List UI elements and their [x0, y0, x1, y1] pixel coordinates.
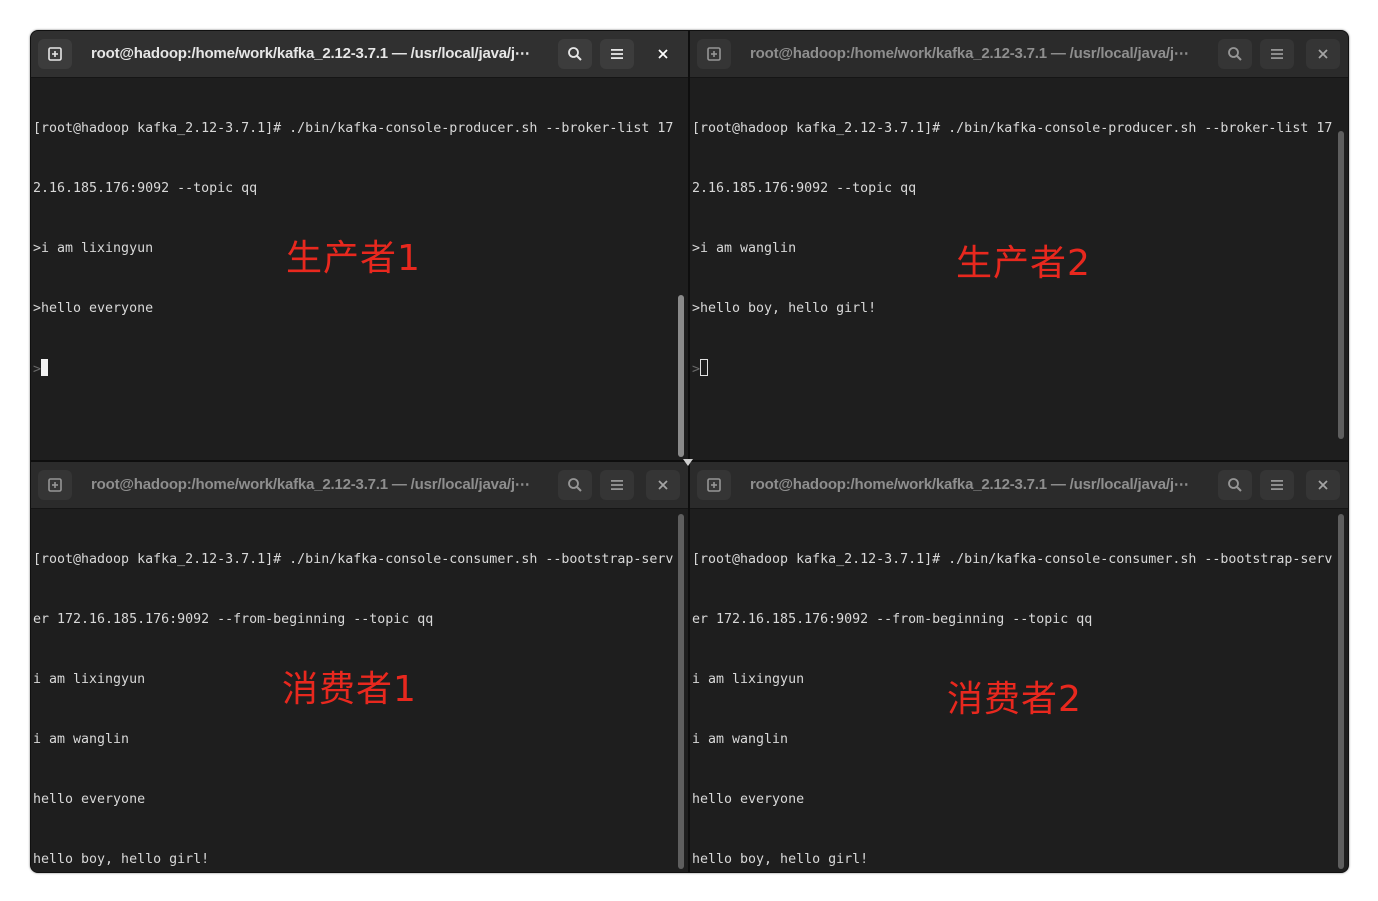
- terminal-line: [root@hadoop kafka_2.12-3.7.1]# ./bin/ka…: [692, 552, 1333, 567]
- close-button[interactable]: [1306, 39, 1340, 69]
- hamburger-menu-icon: [1271, 480, 1283, 490]
- menu-button[interactable]: [600, 39, 634, 69]
- close-button[interactable]: [646, 39, 680, 69]
- pane-title: root@hadoop:/home/work/kafka_2.12-3.7.1 …: [750, 476, 1189, 493]
- new-tab-icon: [48, 47, 62, 61]
- terminal-line: i am wanglin: [692, 732, 789, 747]
- close-icon: [658, 480, 668, 490]
- scrollbar[interactable]: [1338, 514, 1344, 869]
- text-cursor: [41, 359, 49, 376]
- hamburger-menu-icon: [611, 480, 623, 490]
- close-button[interactable]: [1306, 470, 1340, 500]
- close-icon: [1318, 49, 1328, 59]
- terminal-pane-consumer-1[interactable]: root@hadoop:/home/work/kafka_2.12-3.7.1 …: [31, 462, 688, 872]
- new-tab-button[interactable]: [697, 39, 731, 69]
- scrollbar[interactable]: [678, 514, 684, 869]
- terminal-line: >hello everyone: [33, 301, 154, 316]
- menu-button[interactable]: [1260, 470, 1294, 500]
- input-line[interactable]: >: [33, 359, 674, 379]
- scrollbar[interactable]: [1338, 83, 1344, 456]
- search-button[interactable]: [1218, 39, 1252, 69]
- new-tab-button[interactable]: [38, 470, 72, 500]
- terminal-window: root@hadoop:/home/work/kafka_2.12-3.7.1 …: [30, 30, 1349, 873]
- text-cursor: [700, 359, 709, 376]
- input-prompt: >: [33, 362, 42, 377]
- terminal-pane-consumer-2[interactable]: root@hadoop:/home/work/kafka_2.12-3.7.1 …: [690, 462, 1348, 872]
- terminal-pane-producer-1[interactable]: root@hadoop:/home/work/kafka_2.12-3.7.1 …: [31, 31, 688, 460]
- terminal-line: er 172.16.185.176:9092 --from-beginning …: [33, 612, 434, 627]
- pane-titlebar: root@hadoop:/home/work/kafka_2.12-3.7.1 …: [690, 31, 1348, 78]
- annotation-label: 消费者2: [947, 679, 1082, 720]
- terminal-line: [root@hadoop kafka_2.12-3.7.1]# ./bin/ka…: [692, 121, 1333, 136]
- terminal-line: [root@hadoop kafka_2.12-3.7.1]# ./bin/ka…: [33, 121, 674, 136]
- search-icon: [568, 47, 582, 61]
- input-prompt: >: [692, 362, 701, 377]
- input-line[interactable]: >: [692, 359, 1334, 379]
- terminal-pane-producer-2[interactable]: root@hadoop:/home/work/kafka_2.12-3.7.1 …: [690, 31, 1348, 460]
- pane-titlebar: root@hadoop:/home/work/kafka_2.12-3.7.1 …: [31, 31, 688, 78]
- close-button[interactable]: [646, 470, 680, 500]
- terminal-line: hello everyone: [692, 792, 805, 807]
- annotation-label: 生产者2: [956, 243, 1091, 284]
- scrollbar-thumb[interactable]: [678, 295, 684, 457]
- new-tab-button[interactable]: [38, 39, 72, 69]
- scrollbar-thumb[interactable]: [1338, 514, 1344, 869]
- new-tab-icon: [48, 478, 62, 492]
- terminal-line: hello boy, hello girl!: [692, 852, 869, 867]
- search-icon: [568, 478, 582, 492]
- close-icon: [658, 49, 668, 59]
- scrollbar[interactable]: [678, 83, 684, 457]
- annotation-label: 生产者1: [286, 238, 421, 279]
- pane-title: root@hadoop:/home/work/kafka_2.12-3.7.1 …: [91, 45, 530, 62]
- terminal-line: >hello boy, hello girl!: [692, 301, 877, 316]
- hamburger-menu-icon: [611, 49, 623, 59]
- new-tab-button[interactable]: [697, 470, 731, 500]
- annotation-label: 消费者1: [282, 669, 417, 710]
- scrollbar-thumb[interactable]: [678, 514, 684, 869]
- split-handle-icon[interactable]: [683, 459, 693, 466]
- new-tab-icon: [707, 47, 721, 61]
- terminal-line: 2.16.185.176:9092 --topic qq: [33, 181, 258, 196]
- terminal-line: 2.16.185.176:9092 --topic qq: [692, 181, 917, 196]
- pane-titlebar: root@hadoop:/home/work/kafka_2.12-3.7.1 …: [31, 462, 688, 509]
- terminal-line: er 172.16.185.176:9092 --from-beginning …: [692, 612, 1093, 627]
- scrollbar-thumb[interactable]: [1338, 131, 1344, 439]
- terminal-line: i am wanglin: [33, 732, 130, 747]
- terminal-line: [root@hadoop kafka_2.12-3.7.1]# ./bin/ka…: [33, 552, 674, 567]
- close-icon: [1318, 480, 1328, 490]
- search-button[interactable]: [558, 39, 592, 69]
- terminal-line: hello everyone: [33, 792, 146, 807]
- menu-button[interactable]: [1260, 39, 1294, 69]
- search-icon: [1228, 478, 1242, 492]
- hamburger-menu-icon: [1271, 49, 1283, 59]
- search-button[interactable]: [558, 470, 592, 500]
- pane-titlebar: root@hadoop:/home/work/kafka_2.12-3.7.1 …: [690, 462, 1348, 509]
- search-icon: [1228, 47, 1242, 61]
- new-tab-icon: [707, 478, 721, 492]
- vertical-splitter[interactable]: [688, 31, 690, 872]
- menu-button[interactable]: [600, 470, 634, 500]
- search-button[interactable]: [1218, 470, 1252, 500]
- pane-title: root@hadoop:/home/work/kafka_2.12-3.7.1 …: [91, 476, 530, 493]
- pane-title: root@hadoop:/home/work/kafka_2.12-3.7.1 …: [750, 45, 1189, 62]
- terminal-line: hello boy, hello girl!: [33, 852, 210, 867]
